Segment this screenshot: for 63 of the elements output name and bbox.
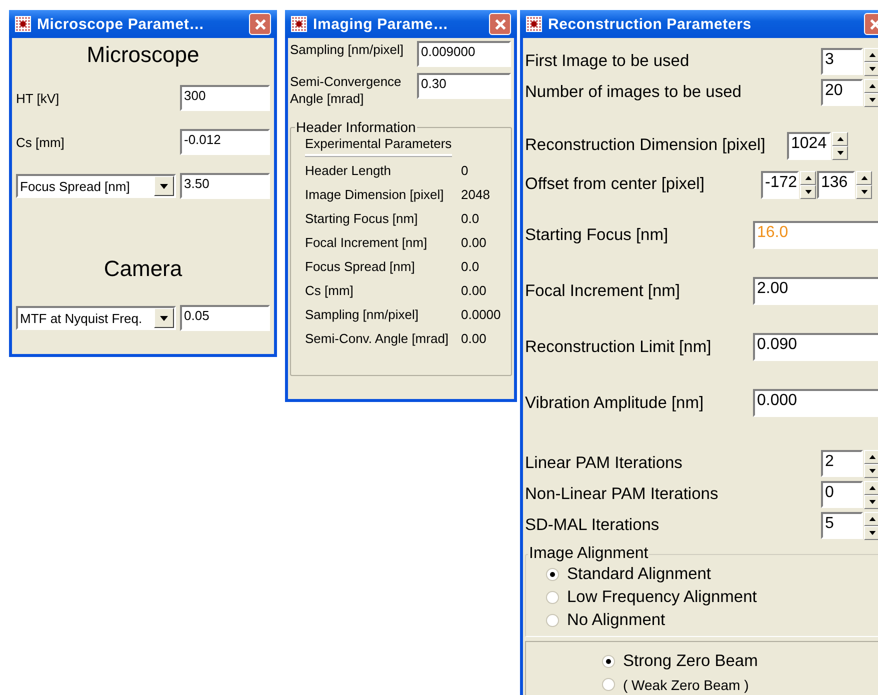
dropdown[interactable]: MTF at Nyquist Freq. [16,306,176,330]
input-field[interactable]: 3.50 [180,173,270,199]
field-label: SD-MAL Iterations [525,516,660,535]
field-label: Cs [mm] [16,134,64,150]
field-label: Reconstruction Limit [nm] [525,338,712,356]
info-value: 0.0000 [461,307,501,324]
info-value: 0.00 [461,283,486,300]
info-label: Cs [mm] [305,283,354,300]
tab[interactable]: Experimental Parameters [305,135,452,156]
field-label: Number of images to be used [525,83,742,102]
info-value: 0.00 [461,331,486,348]
field-label: Starting Focus [nm] [525,226,670,244]
section-heading: Camera [102,256,184,282]
group-legend: Header Information [295,119,417,135]
window-title: Imaging Parame… [313,16,450,32]
info-label: Starting Focus [nm] [305,211,419,228]
section-heading: Microscope [86,42,200,68]
field-label: Sampling [nm/pixel] [290,41,404,58]
info-label: Sampling [nm/pixel] [305,307,420,324]
info-label: Focal Increment [nm] [305,235,428,252]
spin-field[interactable]: 2 [821,450,863,477]
radio-label[interactable]: No Alignment [567,611,666,630]
radio-label[interactable]: Standard Alignment [567,565,712,584]
info-value: 2048 [461,187,490,204]
info-value: 0 [461,163,468,180]
spin-field[interactable]: 3 [821,48,863,75]
field-label: Vibration Amplitude [nm] [525,394,705,412]
spin-field[interactable]: 1024 [787,132,831,160]
dropdown[interactable]: Focus Spread [nm] [16,174,176,198]
spin-field[interactable]: 136 [817,170,855,198]
input-field[interactable]: -0.012 [180,129,270,155]
field-label: First Image to be used [525,52,690,71]
input-field[interactable]: 2.00 [753,277,878,305]
spin-field[interactable]: 5 [821,512,863,539]
info-label: Header Length [305,163,392,180]
radio-label[interactable]: Low Frequency Alignment [567,588,757,607]
info-label: Image Dimension [pixel] [305,187,445,204]
input-field[interactable]: 0.009000 [417,41,511,67]
field-label: Offset from center [pixel] [525,175,706,194]
field-label: HT [kV] [16,90,60,106]
radio-label[interactable]: Strong Zero Beam [623,652,758,671]
group-legend: Image Alignment [528,545,650,563]
window-title: Reconstruction Parameters [548,16,752,32]
info-value: 0.0 [461,211,480,228]
input-field[interactable]: 0.30 [417,73,511,99]
radio-label[interactable]: ( Weak Zero Beam ) [623,676,749,692]
spin-field[interactable]: -172 [761,170,799,198]
info-value: 0.0 [461,259,480,276]
spin-field[interactable]: 0 [821,481,863,508]
field-label: Reconstruction Dimension [pixel] [525,136,766,155]
window-title: Microscope Paramet… [37,16,206,32]
input-field[interactable]: 0.000 [753,389,878,417]
field-label: Semi-Convergence Angle [mrad] [290,73,402,107]
field-label: Linear PAM Iterations [525,454,684,473]
input-field[interactable]: 0.05 [180,305,270,331]
info-value: 0.00 [461,235,486,252]
field-label: Focal Increment [nm] [525,282,681,300]
info-label: Focus Spread [nm] [305,259,416,276]
input-field[interactable]: 300 [180,85,270,111]
input-field[interactable]: 0.090 [753,333,878,361]
info-label: Semi-Conv. Angle [mrad] [305,331,450,348]
spin-field[interactable]: 20 [821,79,863,106]
field-label: Non-Linear PAM Iterations [525,485,720,504]
